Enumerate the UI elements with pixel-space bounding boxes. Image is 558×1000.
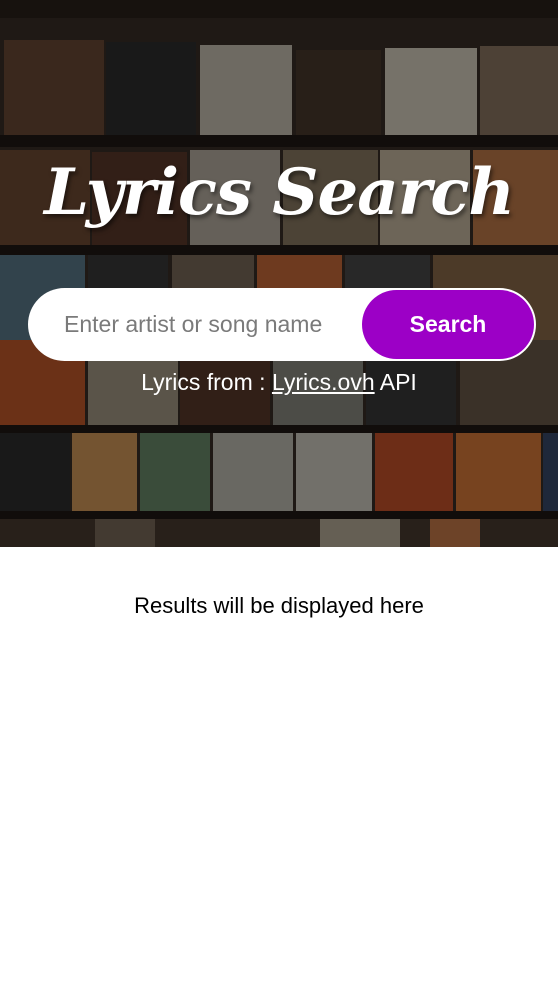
hero-banner: Lyrics Search Search Lyrics from : Lyric… (0, 0, 558, 547)
api-credit-prefix: Lyrics from : (141, 369, 272, 395)
search-form: Search (28, 288, 536, 361)
page-title: Lyrics Search (44, 155, 515, 230)
hero-content: Lyrics Search Search Lyrics from : Lyric… (0, 0, 558, 547)
api-credit-suffix: API (374, 369, 417, 395)
results-placeholder: Results will be displayed here (134, 593, 424, 618)
results-container: Results will be displayed here (0, 547, 558, 1000)
lyrics-ovh-link[interactable]: Lyrics.ovh (272, 369, 375, 395)
search-button[interactable]: Search (362, 290, 534, 359)
search-input[interactable] (64, 288, 364, 361)
api-credit: Lyrics from : Lyrics.ovh API (0, 369, 558, 396)
